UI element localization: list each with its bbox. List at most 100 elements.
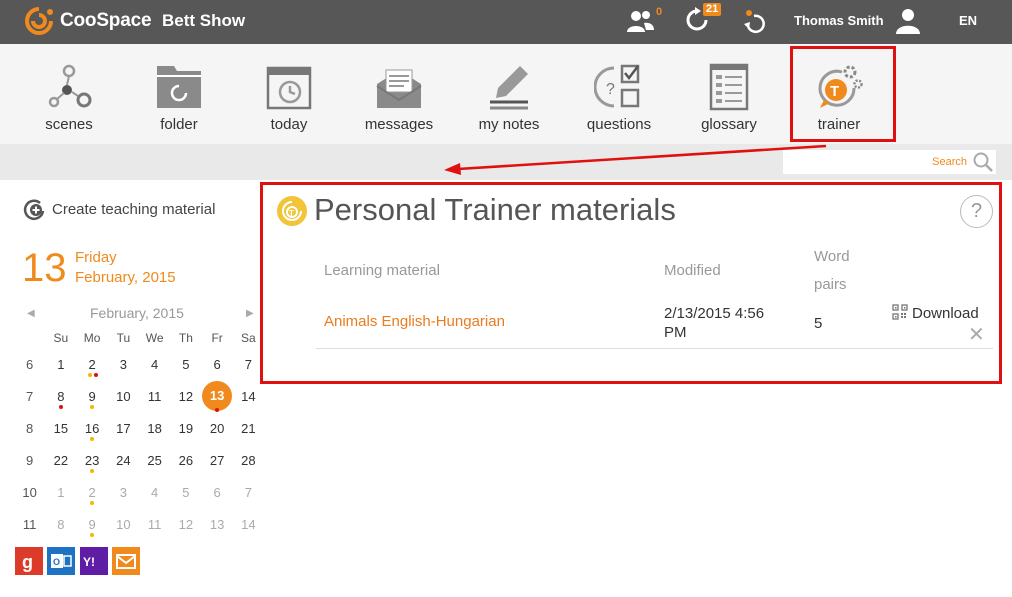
calendar-day[interactable]: 12 [170, 380, 201, 412]
calendar-day[interactable]: 16 [77, 412, 108, 444]
calendar-day[interactable]: 3 [108, 348, 139, 380]
calendar-day[interactable]: 1 [45, 348, 76, 380]
members-badge: 0 [656, 6, 663, 18]
day-number: 4 [151, 484, 159, 500]
search-input[interactable] [787, 152, 967, 172]
calendar-prev-button[interactable]: ◀ [27, 308, 35, 319]
calendar-day[interactable]: 8 [45, 380, 76, 412]
calendar-day-other-month[interactable]: 11 [139, 508, 170, 540]
calendar-day-other-month[interactable]: 6 [202, 476, 233, 508]
calendar-day-other-month[interactable]: 12 [170, 508, 201, 540]
create-teaching-material-button[interactable]: Create teaching material [22, 198, 215, 222]
calendar-day[interactable]: 14 [233, 380, 264, 412]
module-label: questions [586, 116, 652, 133]
calendar-day[interactable]: 10 [108, 380, 139, 412]
notes-pencil-icon [490, 66, 528, 110]
day-number: 14 [241, 516, 256, 532]
calendar-day[interactable]: 22 [45, 444, 76, 476]
calendar-day[interactable]: 24 [108, 444, 139, 476]
calendar-day-today[interactable]: 13 [202, 380, 233, 412]
event-dot [90, 469, 95, 473]
calendar-day[interactable]: 15 [45, 412, 76, 444]
module-label: glossary [701, 116, 757, 133]
calendar-day-other-month[interactable]: 13 [202, 508, 233, 540]
calendar-day[interactable]: 2 [77, 348, 108, 380]
calendar-next-button[interactable]: ▶ [246, 308, 254, 319]
sync-icon[interactable] [740, 6, 772, 36]
email-calendar-icon[interactable] [112, 547, 141, 575]
module-folder[interactable]: folder [139, 44, 219, 144]
calendar-day-other-month[interactable]: 5 [170, 476, 201, 508]
calendar-day[interactable]: 25 [139, 444, 170, 476]
search-icon[interactable] [972, 151, 994, 173]
module-my-notes[interactable]: my notes [469, 44, 549, 144]
google-calendar-icon[interactable]: g [15, 547, 43, 575]
questions-icon: ? [594, 64, 640, 108]
calendar-day[interactable]: 17 [108, 412, 139, 444]
user-name[interactable]: Thomas Smith [794, 13, 884, 28]
search-box[interactable] [783, 150, 996, 174]
scene-title[interactable]: Bett Show [162, 11, 245, 31]
outlook-calendar-icon[interactable]: O [47, 547, 76, 575]
mini-calendar: Su Mo Tu We Th Fr Sa 6 1 2 3 4 5 6 7 7 8… [14, 328, 264, 540]
calendar-day[interactable]: 5 [170, 348, 201, 380]
event-dot [90, 501, 95, 505]
day-number: 21 [241, 420, 256, 436]
add-circle-icon [23, 199, 45, 220]
calendar-day[interactable]: 28 [233, 444, 264, 476]
module-messages[interactable]: messages [359, 44, 439, 144]
week-number: 10 [22, 484, 37, 500]
calendar-day-other-month[interactable]: 8 [45, 508, 76, 540]
calendar-day[interactable]: 4 [139, 348, 170, 380]
calendar-day-other-month[interactable]: 14 [233, 508, 264, 540]
day-number: 13 [202, 381, 233, 411]
calendar-day-other-month[interactable]: 7 [233, 476, 264, 508]
calendar-day[interactable]: 6 [202, 348, 233, 380]
members-icon[interactable] [624, 6, 656, 36]
calendar-day-other-month[interactable]: 3 [108, 476, 139, 508]
day-number: 15 [53, 420, 69, 436]
module-today[interactable]: today [249, 44, 329, 144]
calendar-day[interactable]: 20 [202, 412, 233, 444]
calendar-day[interactable]: 21 [233, 412, 264, 444]
calendar-day[interactable]: 18 [139, 412, 170, 444]
day-number: 2 [88, 484, 96, 500]
calendar-day-other-month[interactable]: 9 [77, 508, 108, 540]
day-number: 12 [178, 516, 194, 532]
event-dot [90, 437, 95, 441]
event-dot [90, 533, 95, 537]
yahoo-calendar-icon[interactable]: Y! [79, 547, 108, 575]
calendar-day[interactable]: 19 [170, 412, 201, 444]
calendar-day[interactable]: 27 [202, 444, 233, 476]
svg-text:O: O [53, 557, 60, 567]
calendar-day[interactable]: 26 [170, 444, 201, 476]
calendar-day[interactable]: 9 [77, 380, 108, 412]
weekday-header: Fr [211, 331, 223, 345]
calendar-day[interactable]: 23 [77, 444, 108, 476]
calendar-day-other-month[interactable]: 4 [139, 476, 170, 508]
calendar-month-title: February, 2015 [90, 305, 184, 321]
week-number: 6 [26, 356, 34, 372]
calendar-day[interactable]: 11 [139, 380, 170, 412]
glossary-icon [709, 63, 749, 111]
weekday-header: We [145, 331, 164, 345]
module-glossary[interactable]: glossary [689, 44, 769, 144]
calendar-day-other-month[interactable]: 1 [45, 476, 76, 508]
coospace-logo-icon[interactable] [24, 6, 54, 36]
svg-text:?: ? [606, 81, 615, 98]
day-number: 16 [84, 420, 100, 436]
brand-name[interactable]: CooSpace [60, 10, 152, 32]
calendar-day-other-month[interactable]: 2 [77, 476, 108, 508]
module-label: scenes [45, 116, 93, 133]
weekday-header: Th [178, 331, 193, 345]
user-avatar-icon[interactable] [892, 6, 924, 36]
top-bar: CooSpace Bett Show 0 21 Thomas Smith EN [0, 0, 1012, 44]
language-switch[interactable]: EN [959, 13, 977, 28]
event-dot [88, 373, 93, 377]
day-number: 10 [116, 516, 131, 532]
module-questions[interactable]: ? questions [579, 44, 659, 144]
module-scenes[interactable]: scenes [29, 44, 109, 144]
day-number: 5 [182, 356, 190, 372]
calendar-day-other-month[interactable]: 10 [108, 508, 139, 540]
event-dot [58, 405, 63, 409]
